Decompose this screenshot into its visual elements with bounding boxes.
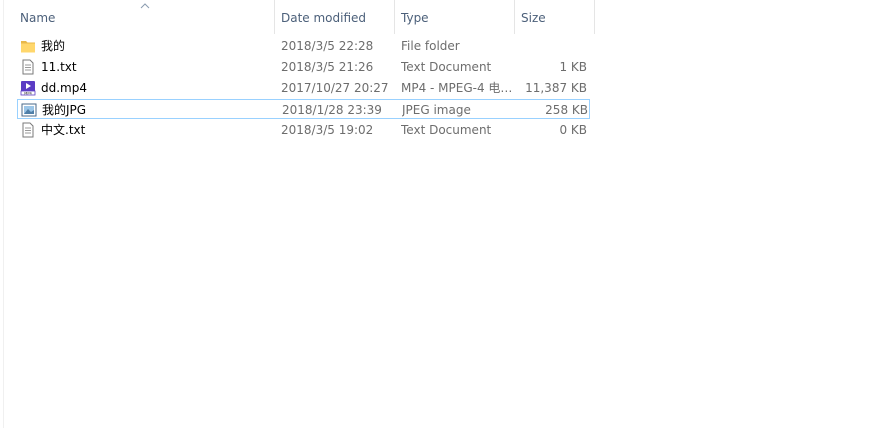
file-type: JPEG image — [402, 103, 471, 117]
column-header-date-modified[interactable]: Date modified — [275, 0, 395, 34]
file-size: 0 KB — [559, 123, 587, 137]
file-size: 11,387 KB — [525, 81, 587, 95]
image-file-icon — [21, 103, 37, 117]
file-name[interactable]: 11.txt — [41, 57, 271, 77]
file-size — [513, 36, 587, 56]
text-document-icon — [22, 122, 34, 138]
file-size: 1 KB — [559, 60, 587, 74]
file-type: Text Document — [401, 60, 492, 74]
text-document-icon — [22, 59, 34, 75]
file-date-modified: 2018/3/5 19:02 — [281, 123, 374, 137]
column-header-row: Name Date modified Type Size — [0, 0, 595, 34]
file-name[interactable]: dd.mp4 — [41, 78, 271, 98]
file-row[interactable]: 我的 2018/3/5 22:28 File folder — [17, 36, 590, 56]
file-row[interactable]: MP4 dd.mp4 2017/10/27 20:27 MP4 - MPEG-4… — [17, 78, 590, 98]
file-name[interactable]: 中文.txt — [41, 120, 271, 140]
file-row[interactable]: 11.txt 2018/3/5 21:26 Text Document 1 KB — [17, 57, 590, 77]
pane-edge — [0, 0, 4, 428]
column-header-size[interactable]: Size — [515, 0, 595, 34]
file-type: MP4 - MPEG-4 电… — [401, 81, 511, 95]
svg-text:MP4: MP4 — [24, 92, 32, 96]
file-date-modified: 2018/3/5 21:26 — [281, 60, 374, 74]
file-type: File folder — [401, 39, 460, 53]
file-type: Text Document — [401, 123, 492, 137]
file-date-modified: 2018/1/28 23:39 — [282, 103, 382, 117]
file-name[interactable]: 我的JPG — [42, 100, 272, 120]
column-header-type[interactable]: Type — [395, 0, 515, 34]
file-size: 258 KB — [545, 103, 588, 117]
file-date-modified: 2017/10/27 20:27 — [281, 81, 389, 95]
folder-icon — [21, 41, 35, 53]
sort-ascending-icon[interactable] — [139, 2, 151, 10]
file-name[interactable]: 我的 — [41, 36, 271, 56]
file-date-modified: 2018/3/5 22:28 — [281, 39, 374, 53]
video-file-icon: MP4 — [20, 81, 36, 96]
file-row-selected[interactable]: 我的JPG 2018/1/28 23:39 JPEG image 258 KB — [17, 99, 590, 119]
file-row[interactable]: 中文.txt 2018/3/5 19:02 Text Document 0 KB — [17, 120, 590, 140]
